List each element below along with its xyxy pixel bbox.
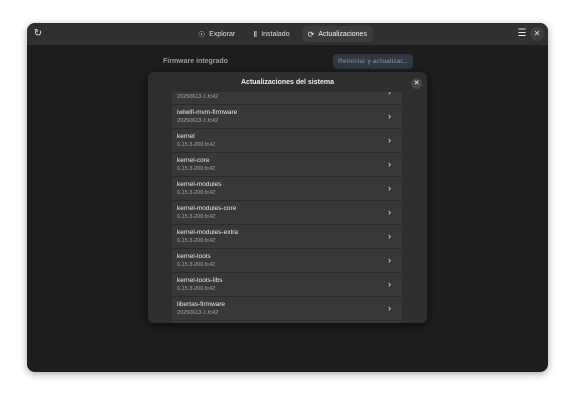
chevron-right-icon: › — [388, 207, 391, 217]
package-version: 6.15.3-200.fc42 — [177, 190, 216, 196]
package-name: kernel-tools-libs — [177, 277, 223, 284]
chevron-right-icon: › — [388, 111, 391, 121]
package-name: iwlwifi-mvm-firmware — [177, 109, 238, 116]
package-name: kernel — [177, 133, 195, 140]
package-version: 6.15.3-200.fc42 — [177, 262, 216, 268]
list-item[interactable]: kernel-modules 6.15.3-200.fc42 › — [172, 177, 402, 201]
package-name: kernel-modules-core — [177, 205, 237, 212]
list-item[interactable]: kernel-tools 6.15.3-200.fc42 › — [172, 249, 402, 273]
package-version: 6.15.3-200.fc42 — [177, 166, 216, 172]
refresh-icon[interactable]: ↻ — [31, 27, 45, 41]
tab-actualizaciones[interactable]: ⟳ Actualizaciones — [301, 26, 373, 42]
package-version: 20250613-1.fc42 — [177, 118, 219, 124]
close-icon[interactable]: ✕ — [530, 27, 544, 41]
dialog-title: Actualizaciones del sistema — [241, 79, 334, 86]
close-icon[interactable]: ✕ — [411, 78, 422, 89]
list-item[interactable]: kernel-tools-libs 6.15.3-200.fc42 › — [172, 273, 402, 297]
package-name: kernel-modules-extra — [177, 229, 239, 236]
system-updates-dialog: Actualizaciones del sistema ✕ 20250613-1… — [148, 72, 427, 323]
tab-label: Instalado — [261, 30, 290, 38]
package-name: kernel-tools — [177, 253, 211, 260]
chevron-right-icon: › — [388, 92, 391, 97]
sync-icon: ⟳ — [307, 29, 315, 39]
library-icon: Ⅱ — [253, 29, 258, 39]
view-switcher: ☉ Explorar Ⅱ Instalado ⟳ Actualizaciones — [192, 26, 373, 42]
list-item[interactable]: kernel-core 6.15.3-200.fc42 › — [172, 153, 402, 177]
tab-instalado[interactable]: Ⅱ Instalado — [247, 26, 295, 42]
tab-label: Explorar — [209, 30, 236, 38]
list-item[interactable]: 20250613-1.fc42 › — [172, 92, 402, 105]
package-list: 20250613-1.fc42 › iwlwifi-mvm-firmware 2… — [172, 92, 402, 323]
compass-icon: ☉ — [198, 29, 206, 39]
package-version: 6.15.3-200.fc42 — [177, 214, 216, 220]
list-item[interactable]: libertas-firmware 20250613-1.fc42 › — [172, 297, 402, 321]
list-item[interactable]: kernel 6.15.3-200.fc42 › — [172, 129, 402, 153]
chevron-right-icon: › — [388, 159, 391, 169]
list-item[interactable]: iwlwifi-mvm-firmware 20250613-1.fc42 › — [172, 105, 402, 129]
app-window: ↻ ☉ Explorar Ⅱ Instalado ⟳ Actualizacion… — [27, 23, 548, 372]
tab-explorar[interactable]: ☉ Explorar — [192, 26, 241, 42]
package-version: 20250613-1.fc42 — [177, 94, 219, 100]
chevron-right-icon: › — [388, 255, 391, 265]
package-version: 20250613-1.fc42 — [177, 310, 219, 316]
list-item[interactable]: kernel-modules-extra 6.15.3-200.fc42 › — [172, 225, 402, 249]
package-version: 6.15.3-200.fc42 — [177, 142, 216, 148]
package-version: 6.15.3-200.fc42 — [177, 286, 216, 292]
package-name: libertas-firmware — [177, 301, 226, 308]
chevron-right-icon: › — [388, 183, 391, 193]
header-bar: ↻ ☉ Explorar Ⅱ Instalado ⟳ Actualizacion… — [27, 23, 548, 45]
package-name: kernel-modules — [177, 181, 222, 188]
chevron-right-icon: › — [388, 231, 391, 241]
chevron-right-icon: › — [388, 135, 391, 145]
chevron-right-icon: › — [388, 303, 391, 313]
hamburger-menu-icon[interactable]: ☰ — [515, 27, 529, 41]
package-name: kernel-core — [177, 157, 210, 164]
list-item[interactable]: kernel-modules-core 6.15.3-200.fc42 › — [172, 201, 402, 225]
chevron-right-icon: › — [388, 279, 391, 289]
package-version: 6.15.3-200.fc42 — [177, 238, 216, 244]
tab-label: Actualizaciones — [318, 30, 367, 38]
